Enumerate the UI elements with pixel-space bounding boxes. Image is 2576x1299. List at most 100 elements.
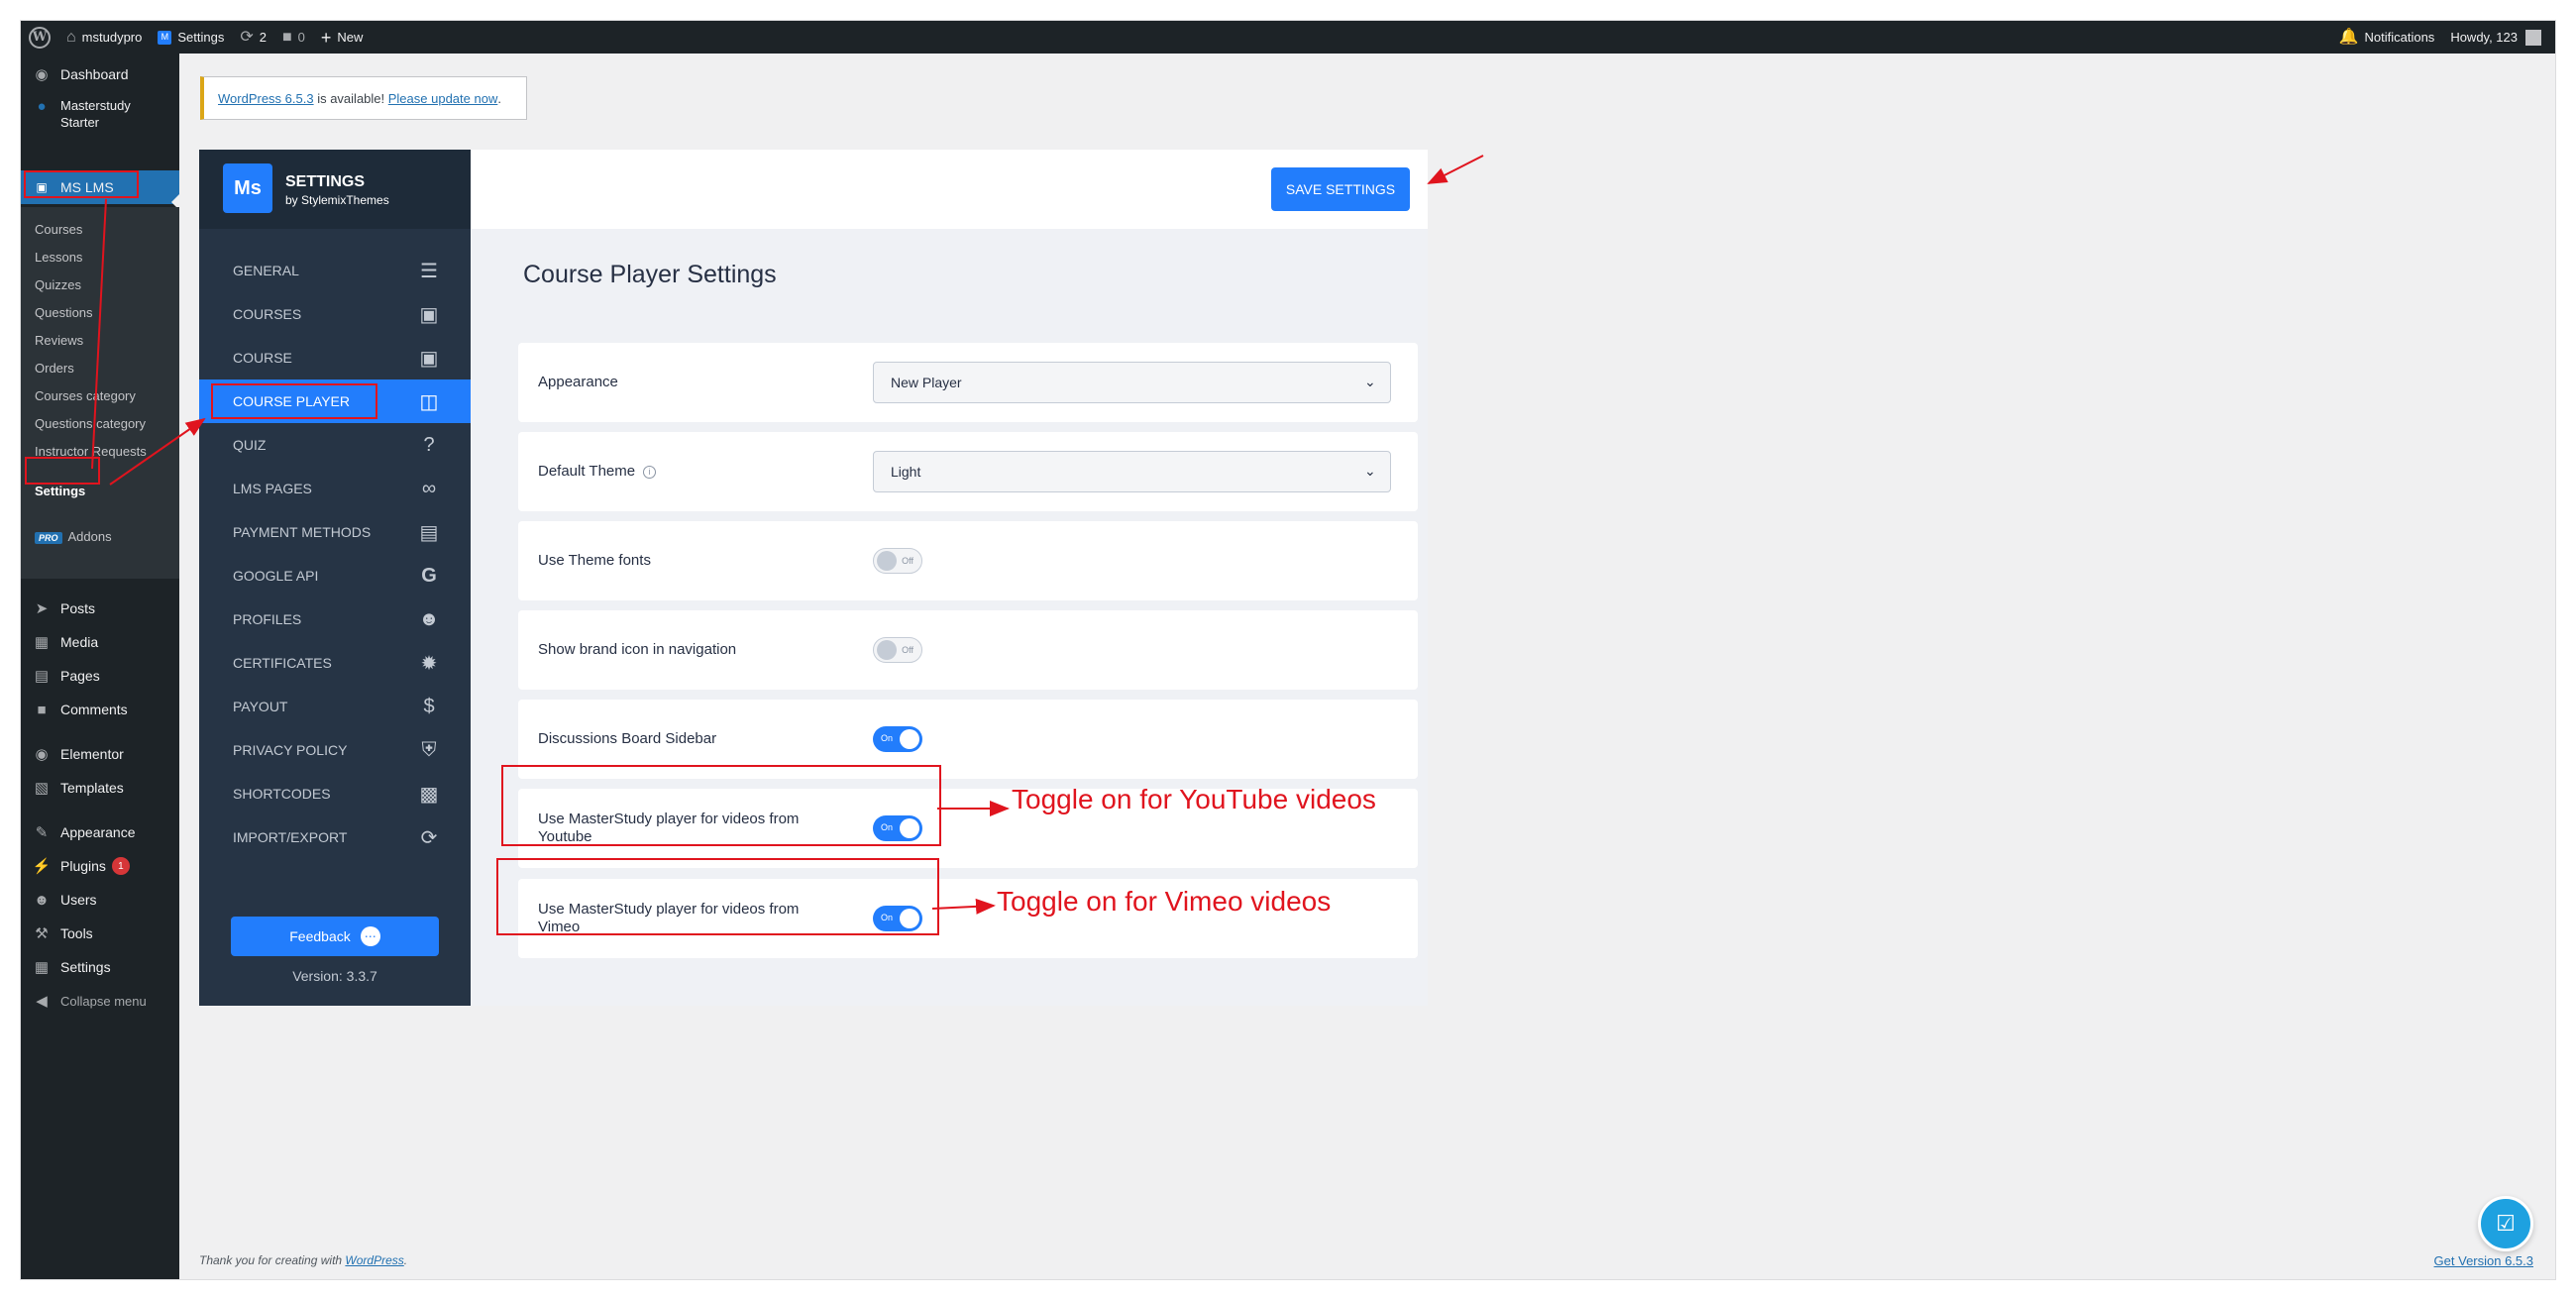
page-title: Course Player Settings (523, 261, 777, 288)
menu-posts[interactable]: ➤ Posts (21, 597, 179, 619)
nav-import-export[interactable]: IMPORT/EXPORT ⟳ (199, 815, 471, 859)
brand-icon-toggle[interactable]: Off (873, 637, 922, 663)
menu-label: Elementor (60, 746, 124, 762)
menu-media[interactable]: ▦ Media (21, 631, 179, 653)
brush-icon: ✎ (35, 824, 49, 841)
account-link[interactable]: Howdy, 123 (2442, 21, 2549, 54)
toggle-state-text: Off (902, 556, 913, 566)
menu-label: Media (60, 634, 99, 650)
menu-dashboard[interactable]: ◉ Dashboard (21, 63, 179, 85)
nav-courses[interactable]: COURSES ▣ (199, 292, 471, 336)
feedback-label: Feedback (289, 928, 351, 944)
menu-templates[interactable]: ▧ Templates (21, 777, 179, 799)
nav-privacy-policy[interactable]: PRIVACY POLICY ⛨ (199, 728, 471, 772)
nav-lms-pages[interactable]: LMS PAGES ∞ (199, 467, 471, 510)
avatar (2525, 29, 2541, 46)
submenu-courses[interactable]: Courses (35, 222, 82, 237)
updates-link[interactable]: ⟳ 2 (232, 21, 274, 54)
nav-label: LMS PAGES (233, 481, 312, 496)
screen-frame: W ⌂ mstudypro M Settings ⟳ 2 ■ 0 + New 🔔… (20, 20, 2556, 1280)
masterstudy-icon: ● (37, 97, 47, 115)
menu-elementor[interactable]: ◉ Elementor (21, 743, 179, 765)
annotation-vimeo: Toggle on for Vimeo videos (997, 886, 1332, 917)
menu-users[interactable]: ☻ Users (21, 889, 179, 911)
default-theme-select[interactable]: Light ⌄ (873, 451, 1391, 492)
update-now-link[interactable]: Please update now (388, 91, 498, 106)
plugin-version: Version: 3.3.7 (292, 968, 377, 984)
submenu-questions-category[interactable]: Questions category (35, 416, 146, 431)
new-text: New (337, 30, 364, 45)
save-settings-button[interactable]: SAVE SETTINGS (1271, 167, 1410, 211)
arrow-to-save-button (1427, 155, 1484, 184)
theme-fonts-toggle[interactable]: Off (873, 548, 922, 574)
menu-masterstudy-starter[interactable]: ● Masterstudy Starter (21, 97, 179, 137)
submenu-reviews[interactable]: Reviews (35, 333, 83, 348)
chat-icon: ⋯ (360, 926, 380, 946)
home-icon: ⌂ (66, 28, 76, 46)
settings-text: Settings (177, 30, 225, 45)
menu-collapse[interactable]: ◀ Collapse menu (21, 990, 179, 1012)
discussions-toggle[interactable]: On (873, 726, 922, 752)
submenu-orders[interactable]: Orders (35, 361, 74, 376)
nav-label: GENERAL (233, 263, 299, 278)
nav-label: COURSES (233, 306, 302, 322)
feedback-button[interactable]: Feedback ⋯ (231, 917, 439, 956)
comments-link[interactable]: ■ 0 (274, 21, 313, 54)
ms-settings-header: Ms SETTINGS by StylemixThemes (199, 150, 471, 229)
menu-label: Templates (60, 780, 124, 796)
info-icon[interactable]: i (643, 465, 657, 479)
footer-wordpress-link[interactable]: WordPress (345, 1253, 403, 1267)
menu-tools[interactable]: ⚒ Tools (21, 922, 179, 944)
menu-settings[interactable]: ▦ Settings (21, 956, 179, 978)
folder-icon: ▧ (34, 780, 50, 797)
wordpress-version-link[interactable]: WordPress 6.5.3 (218, 91, 314, 106)
ms-settings-topbar: SAVE SETTINGS (471, 150, 1428, 229)
notifications-link[interactable]: 🔔 Notifications (2331, 21, 2443, 54)
checklist-help-button[interactable]: ☑ (2478, 1196, 2533, 1251)
submenu-settings[interactable]: Settings (35, 484, 85, 498)
menu-label-line1: Masterstudy (60, 98, 131, 113)
theme-fonts-label: Use Theme fonts (538, 552, 651, 569)
settings-link[interactable]: M Settings (150, 21, 232, 54)
footer-thanks-text: Thank you for creating with (199, 1253, 346, 1267)
toggle-state-text: On (881, 733, 894, 743)
menu-pages[interactable]: ▤ Pages (21, 665, 179, 687)
presentation-icon: ◫ (419, 390, 439, 413)
appearance-value: New Player (891, 375, 962, 390)
nav-label: SHORTCODES (233, 786, 331, 802)
menu-plugins[interactable]: ⚡ Plugins 1 (21, 855, 179, 877)
nav-google-api[interactable]: GOOGLE API G (199, 554, 471, 597)
menu-label: Plugins (60, 858, 106, 874)
pin-icon: ➤ (35, 600, 49, 617)
annotation-youtube: Toggle on for YouTube videos (1012, 784, 1376, 814)
nav-profiles[interactable]: PROFILES ☻ (199, 597, 471, 641)
menu-label-line2: Starter (60, 115, 100, 130)
appearance-select[interactable]: New Player ⌄ (873, 362, 1391, 403)
site-name-link[interactable]: ⌂ mstudypro (58, 21, 150, 54)
submenu-addons[interactable]: PRO Addons (35, 529, 112, 544)
addons-label: Addons (67, 529, 112, 544)
nav-certificates[interactable]: CERTIFICATES ✹ (199, 641, 471, 685)
wp-logo-button[interactable]: W (21, 21, 58, 54)
submenu-lessons[interactable]: Lessons (35, 250, 82, 265)
nav-course[interactable]: COURSE ▣ (199, 336, 471, 379)
payout-icon: $ (423, 695, 435, 717)
menu-label: Tools (60, 925, 93, 941)
nav-shortcodes[interactable]: SHORTCODES ▩ (199, 772, 471, 815)
new-content-link[interactable]: + New (313, 21, 372, 54)
nav-label: QUIZ (233, 437, 267, 453)
submenu-courses-category[interactable]: Courses category (35, 388, 136, 403)
nav-payout[interactable]: PAYOUT $ (199, 685, 471, 728)
media-icon: ▦ (34, 634, 50, 651)
toggle-state-text: Off (902, 645, 913, 655)
chevron-down-icon: ⌄ (1364, 374, 1376, 389)
nav-quiz[interactable]: QUIZ? (199, 423, 471, 467)
nav-payment-methods[interactable]: PAYMENT METHODS ▤ (199, 510, 471, 554)
nav-general[interactable]: GENERAL ☰ (199, 249, 471, 292)
menu-comments[interactable]: ■ Comments (21, 699, 179, 720)
menu-appearance[interactable]: ✎ Appearance (21, 821, 179, 843)
get-version-link[interactable]: Get Version 6.5.3 (2434, 1253, 2533, 1268)
site-name-text: mstudypro (81, 30, 143, 45)
submenu-questions[interactable]: Questions (35, 305, 93, 320)
submenu-quizzes[interactable]: Quizzes (35, 277, 81, 292)
